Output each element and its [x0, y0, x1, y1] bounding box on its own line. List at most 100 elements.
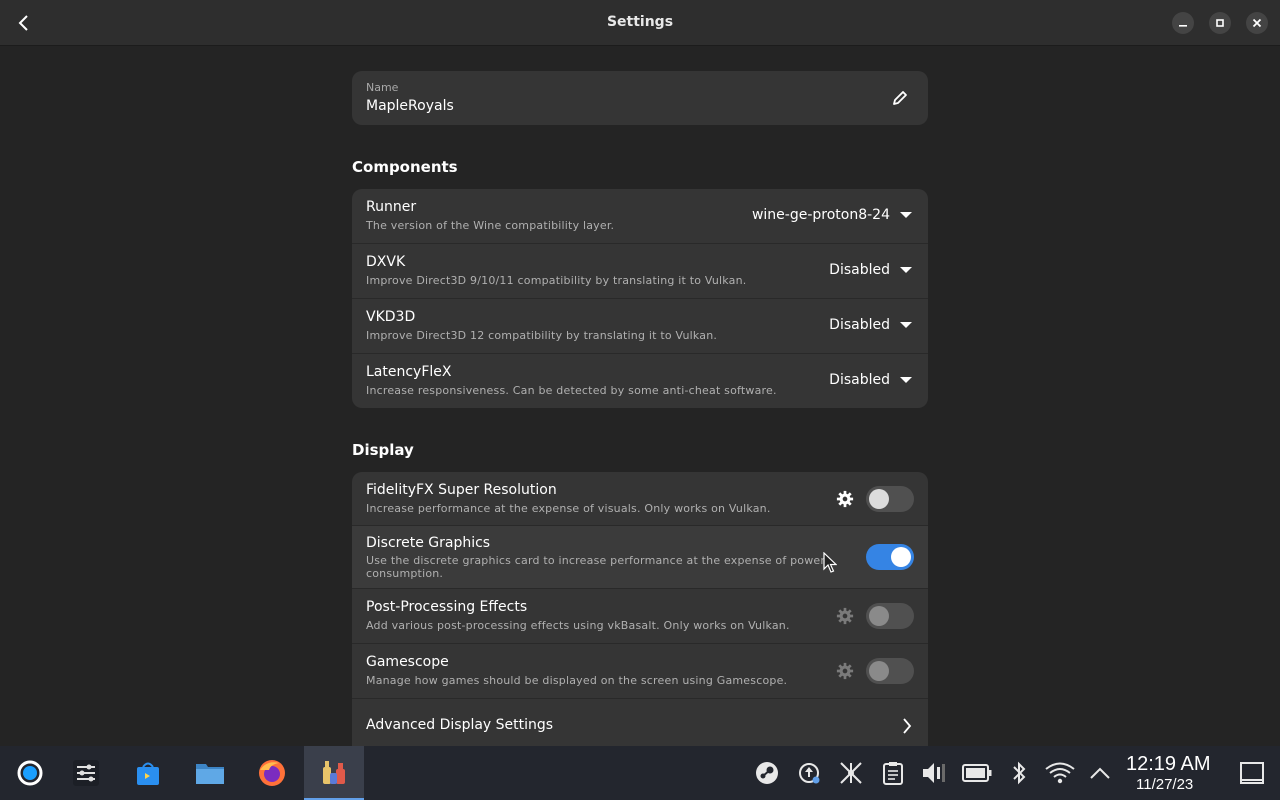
- mouse-cursor-icon: [823, 552, 837, 573]
- latencyflex-row[interactable]: LatencyFleX Increase responsiveness. Can…: [352, 354, 928, 408]
- caret-down-icon: [900, 322, 912, 328]
- vkd3d-row[interactable]: VKD3D Improve Direct3D 12 compatibility …: [352, 299, 928, 354]
- components-list: Runner The version of the Wine compatibi…: [352, 189, 928, 408]
- maximize-button[interactable]: [1209, 12, 1231, 34]
- discrete-graphics-toggle[interactable]: [866, 544, 914, 570]
- bottles-icon: [323, 761, 345, 784]
- clock-time[interactable]: 12:19 AM: [1126, 753, 1211, 776]
- firefox-icon: [259, 760, 285, 786]
- firefox-button[interactable]: [252, 754, 292, 792]
- dxvk-row[interactable]: DXVK Improve Direct3D 9/10/11 compatibil…: [352, 244, 928, 299]
- runner-row[interactable]: Runner The version of the Wine compatibi…: [352, 189, 928, 244]
- update-tray-button[interactable]: [796, 760, 822, 786]
- row-title: Discrete Graphics: [366, 535, 491, 551]
- row-title: LatencyFleX: [366, 364, 452, 380]
- display-heading: Display: [352, 441, 414, 459]
- caret-down-icon: [900, 212, 912, 218]
- show-hidden-icons-button[interactable]: [1087, 760, 1113, 786]
- store-icon: [137, 762, 159, 785]
- wifi-tray-button[interactable]: [1044, 760, 1076, 786]
- dxvk-dropdown[interactable]: Disabled: [829, 262, 912, 278]
- row-title: Gamescope: [366, 654, 449, 670]
- fsr-row[interactable]: FidelityFX Super Resolution Increase per…: [352, 472, 928, 526]
- dropdown-value: Disabled: [829, 262, 890, 278]
- toggle-knob: [869, 606, 889, 626]
- clipboard-tray-button[interactable]: [880, 760, 906, 786]
- window-title: Settings: [606, 14, 674, 30]
- clipboard-icon: [883, 762, 903, 785]
- row-subtitle: Manage how games should be displayed on …: [366, 674, 788, 687]
- volume-tray-button[interactable]: [921, 760, 947, 786]
- file-manager-button[interactable]: [190, 754, 230, 792]
- settings-sliders-icon: [73, 760, 99, 786]
- file-manager-icon: [196, 764, 224, 784]
- caret-down-icon: [900, 377, 912, 383]
- battery-tray-button[interactable]: [962, 760, 992, 786]
- clock-date[interactable]: 11/27/23: [1136, 776, 1193, 793]
- battery-icon: [962, 764, 992, 782]
- pencil-icon: [893, 91, 907, 105]
- steam-icon: [756, 762, 778, 784]
- row-title: FidelityFX Super Resolution: [366, 482, 557, 498]
- minimize-button[interactable]: [1172, 12, 1194, 34]
- network-share-icon: [840, 762, 862, 784]
- name-label: Name: [366, 81, 399, 94]
- update-icon: [799, 763, 820, 784]
- latencyflex-dropdown[interactable]: Disabled: [829, 372, 912, 388]
- row-title: Post-Processing Effects: [366, 599, 528, 615]
- volume-icon: [923, 763, 945, 783]
- taskbar: 12:19 AM 11/27/23: [0, 746, 1280, 800]
- steam-launcher-button[interactable]: [10, 754, 50, 792]
- gamescope-toggle[interactable]: [866, 658, 914, 684]
- gear-icon[interactable]: [836, 662, 854, 680]
- gear-icon[interactable]: [836, 490, 854, 508]
- toggle-knob: [869, 489, 889, 509]
- caret-down-icon: [900, 267, 912, 273]
- chevron-up-icon: [1090, 767, 1110, 779]
- wifi-icon: [1045, 762, 1075, 784]
- vkd3d-dropdown[interactable]: Disabled: [829, 317, 912, 333]
- show-desktop-icon: [1240, 762, 1264, 784]
- row-title: Runner: [366, 199, 417, 215]
- row-subtitle: Increase responsiveness. Can be detected…: [366, 384, 777, 397]
- chevron-right-icon: [903, 718, 912, 734]
- row-subtitle: Add various post-processing effects usin…: [366, 619, 790, 632]
- settings-sliders-button[interactable]: [66, 754, 106, 792]
- toggle-knob: [869, 661, 889, 681]
- toggle-knob: [891, 547, 911, 567]
- bluetooth-icon: [1013, 761, 1026, 785]
- bluetooth-tray-button[interactable]: [1006, 760, 1032, 786]
- dropdown-value: Disabled: [829, 317, 890, 333]
- edit-name-button[interactable]: [890, 88, 910, 108]
- close-button[interactable]: [1246, 12, 1268, 34]
- fsr-toggle[interactable]: [866, 486, 914, 512]
- gear-icon[interactable]: [836, 607, 854, 625]
- display-list: FidelityFX Super Resolution Increase per…: [352, 472, 928, 746]
- minimize-icon: [1179, 25, 1187, 27]
- show-desktop-button[interactable]: [1238, 760, 1266, 786]
- store-button[interactable]: [128, 754, 168, 792]
- row-title: Advanced Display Settings: [366, 717, 554, 733]
- title-bar: Settings: [0, 0, 1280, 46]
- bottles-button[interactable]: [304, 746, 364, 800]
- close-icon: [1252, 18, 1262, 28]
- row-subtitle: Improve Direct3D 12 compatibility by tra…: [366, 329, 718, 342]
- discrete-graphics-row[interactable]: Discrete Graphics Use the discrete graph…: [352, 526, 928, 589]
- row-subtitle: Increase performance at the expense of v…: [366, 502, 771, 515]
- post-processing-row[interactable]: Post-Processing Effects Add various post…: [352, 589, 928, 644]
- network-share-tray-button[interactable]: [838, 760, 864, 786]
- row-title: DXVK: [366, 254, 406, 270]
- row-subtitle: Use the discrete graphics card to increa…: [366, 554, 826, 580]
- steam-tray-button[interactable]: [754, 760, 780, 786]
- dropdown-value: Disabled: [829, 372, 890, 388]
- maximize-icon: [1216, 19, 1224, 27]
- advanced-display-settings-row[interactable]: Advanced Display Settings: [352, 699, 928, 746]
- runner-dropdown[interactable]: wine-ge-proton8-24: [752, 207, 912, 223]
- gamescope-row[interactable]: Gamescope Manage how games should be dis…: [352, 644, 928, 699]
- name-value[interactable]: MapleRoyals: [366, 98, 454, 114]
- steam-launcher-icon: [17, 760, 43, 786]
- components-heading: Components: [352, 158, 458, 176]
- row-subtitle: Improve Direct3D 9/10/11 compatibility b…: [366, 274, 747, 287]
- name-field[interactable]: Name MapleRoyals: [352, 71, 928, 125]
- post-processing-toggle[interactable]: [866, 603, 914, 629]
